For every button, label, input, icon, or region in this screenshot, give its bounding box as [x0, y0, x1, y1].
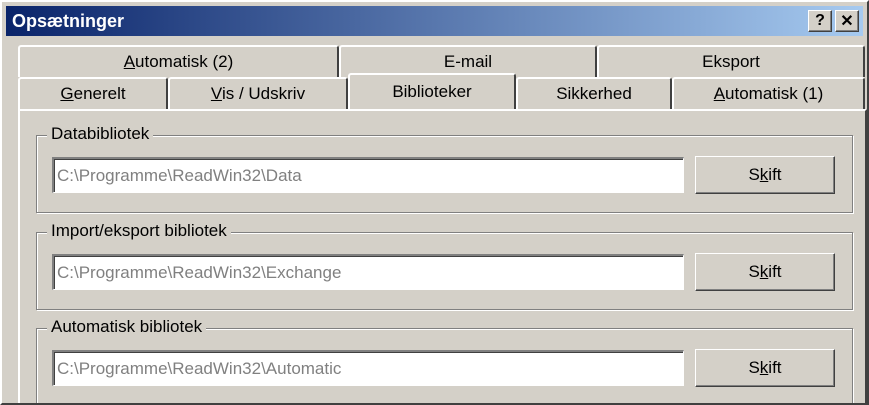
group-automatisk-bibliotek: Automatisk bibliotek C:\Programme\ReadWi… [36, 317, 853, 403]
button-label: Skift [748, 358, 782, 377]
tab-label: Sikkerhed [556, 84, 632, 103]
title-bar[interactable]: Opsætninger ? ✕ [6, 6, 863, 36]
group-databibliotek: Databibliotek C:\Programme\ReadWin32\Dat… [36, 124, 853, 213]
import-eksport-skift-button[interactable]: Skift [695, 253, 835, 291]
group-legend: Automatisk bibliotek [47, 317, 207, 337]
tab-generelt[interactable]: Generelt [18, 77, 168, 109]
settings-dialog: Opsætninger ? ✕ Automatisk (2) E-mail Ek… [0, 0, 869, 405]
import-eksport-path-field[interactable]: C:\Programme\ReadWin32\Exchange [52, 254, 684, 290]
close-icon: ✕ [840, 13, 854, 30]
button-label: Skift [748, 165, 782, 184]
help-button[interactable]: ? [808, 10, 832, 32]
group-legend: Databibliotek [47, 124, 154, 144]
tab-label: Vis / Udskriv [210, 84, 306, 103]
help-icon: ? [815, 12, 825, 29]
tab-label: Automatisk (1) [713, 84, 824, 103]
tab-label: Generelt [60, 84, 126, 103]
group-legend: Import/eksport bibliotek [47, 221, 231, 241]
tab-label: Biblioteker [392, 82, 472, 101]
tab-automatisk-1[interactable]: Automatisk (1) [672, 77, 865, 109]
tab-vis-udskriv[interactable]: Vis / Udskriv [168, 77, 348, 109]
tab-panel-biblioteker: Databibliotek C:\Programme\ReadWin32\Dat… [18, 109, 867, 403]
group-import-eksport-bibliotek: Import/eksport bibliotek C:\Programme\Re… [36, 221, 853, 310]
tab-biblioteker[interactable]: Biblioteker [348, 73, 516, 109]
tab-label: Eksport [702, 52, 760, 71]
automatisk-skift-button[interactable]: Skift [695, 349, 835, 387]
databibliotek-skift-button[interactable]: Skift [695, 156, 835, 194]
databibliotek-path-field[interactable]: C:\Programme\ReadWin32\Data [52, 157, 684, 193]
button-label: Skift [748, 262, 782, 281]
window-title: Opsætninger [12, 10, 125, 31]
tab-label: E-mail [443, 52, 493, 71]
tab-automatisk-2[interactable]: Automatisk (2) [18, 45, 339, 77]
close-button[interactable]: ✕ [835, 10, 859, 32]
tab-sikkerhed[interactable]: Sikkerhed [516, 77, 672, 109]
tab-label: Automatisk (2) [123, 52, 234, 71]
tab-eksport[interactable]: Eksport [597, 45, 865, 77]
automatisk-path-field[interactable]: C:\Programme\ReadWin32\Automatic [52, 350, 684, 386]
